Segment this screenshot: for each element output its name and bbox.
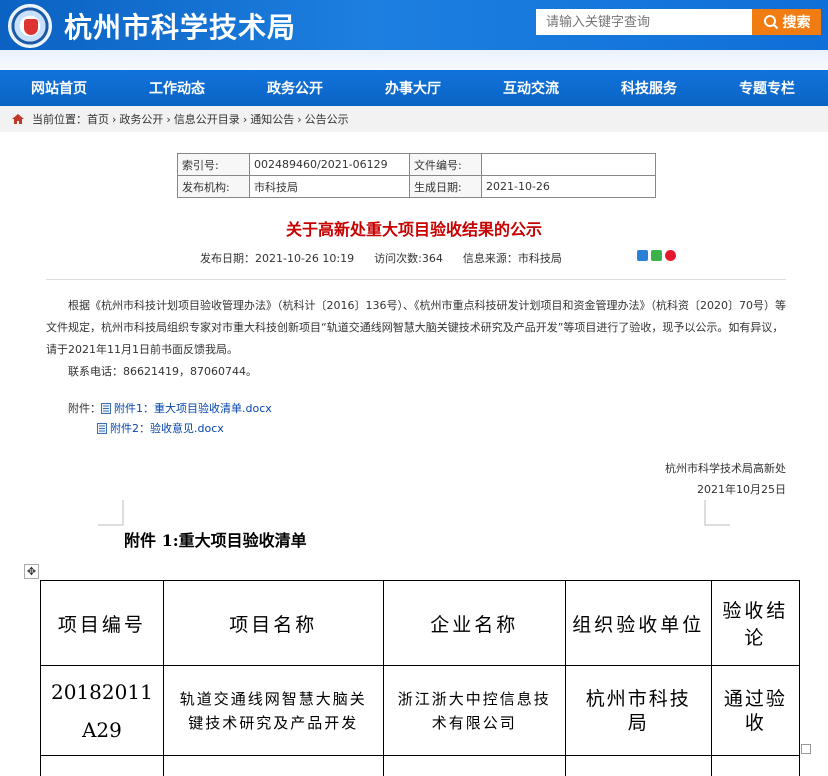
annex-cell-result: 通过验收 (710, 665, 801, 756)
table-move-icon[interactable]: ✥ (24, 564, 39, 579)
breadcrumb-separator: › (166, 112, 171, 126)
doc-icon (97, 422, 107, 434)
publish-date: 发布日期：2021-10-26 10:19 (200, 252, 355, 265)
breadcrumb-separator: › (242, 112, 248, 126)
table-cell (710, 755, 801, 776)
attachment-row-2: 附件2：验收意见.docx (97, 420, 224, 436)
sign-date: 2021年10月25日 (697, 483, 786, 496)
annex-cell-name: 轨道交通线网智慧大脑关键技术研究及产品开发 (162, 665, 384, 756)
header-band (0, 50, 828, 70)
breadcrumb-prefix: 当前位置： (32, 113, 87, 126)
annex-header-company: 企业名称 (382, 580, 566, 666)
search-button[interactable]: 搜索 (752, 9, 821, 35)
contact-phone: 联系电话：86621419，87060744。 (68, 365, 257, 378)
table-row (40, 755, 801, 776)
meta-file-no-label: 文件编号: (409, 153, 482, 176)
nav-topics[interactable]: 专题专栏 (708, 70, 826, 106)
search-button-label: 搜索 (782, 15, 811, 31)
meta-index-label: 索引号: (177, 153, 250, 176)
breadcrumb-announcements[interactable]: 公告公示 (305, 111, 349, 127)
meta-file-no-value (481, 153, 656, 176)
sign-org: 杭州市科学技术局高新处 (665, 462, 786, 475)
qzone-share-icon[interactable] (637, 250, 648, 261)
table-cell (40, 755, 164, 776)
article-paragraph: 根据《杭州市科技计划项目验收管理办法》（杭科计〔2016〕136号）、《杭州市重… (46, 299, 786, 356)
article-title: 关于高新处重大项目验收结果的公示 (285, 220, 542, 239)
breadcrumb-info-catalog[interactable]: 信息公开目录 (174, 111, 240, 127)
site-header: 杭州市科学技术局 搜索 (0, 0, 828, 50)
main-nav: 网站首页 工作动态 政务公开 办事大厅 互动交流 科技服务 专题专栏 (0, 70, 828, 106)
breadcrumb: 当前位置： 首页 › 政务公开 › 信息公开目录 › 通知公告 › 公告公示 (0, 106, 828, 132)
meta-org-label: 发布机构: (177, 175, 250, 198)
visit-count: 访问次数:364 (374, 252, 443, 265)
meta-org-value: 市科技局 (249, 175, 410, 198)
table-cell (162, 755, 384, 776)
search-icon (763, 15, 778, 30)
annex-header-result: 验收结论 (710, 580, 801, 666)
article-body: 根据《杭州市科技计划项目验收管理办法》（杭科计〔2016〕136号）、《杭州市重… (46, 295, 786, 383)
annex-title: 附件 1:重大项目验收清单 (124, 531, 307, 550)
breadcrumb-gov-info[interactable]: 政务公开 (119, 111, 163, 127)
annex-code-line2: A29 (81, 717, 122, 742)
attachment-link-1[interactable]: 附件1：重大项目验收清单.docx (114, 400, 272, 416)
attachment-row-1: 附件： 附件1：重大项目验收清单.docx (68, 400, 272, 416)
attachment-link-2[interactable]: 附件2：验收意见.docx (110, 420, 224, 436)
table-cell (564, 755, 712, 776)
info-source: 信息来源：市科技局 (462, 252, 562, 265)
meta-index-value: 002489460/2021-06129 (249, 153, 410, 176)
search-input[interactable] (536, 9, 752, 35)
page-corner-mark (704, 500, 730, 526)
meta-date-label: 生成日期: (409, 175, 482, 198)
attachment-label: 附件： (68, 402, 101, 415)
annex-cell-code: 20182011 A29 (40, 665, 164, 756)
annex-header-code: 项目编号 (40, 580, 164, 666)
annex-code-line1: 20182011 (51, 679, 153, 704)
article-info: 发布日期：2021-10-26 10:19 访问次数:364 信息来源：市科技局 (200, 250, 562, 266)
annex-cell-unit: 杭州市科技局 (564, 665, 712, 756)
breadcrumb-home[interactable]: 首页 (87, 111, 109, 127)
share-bar (637, 250, 676, 261)
nav-gov-info[interactable]: 政务公开 (236, 70, 354, 106)
divider (46, 279, 786, 280)
nav-tech-service[interactable]: 科技服务 (590, 70, 708, 106)
breadcrumb-notices[interactable]: 通知公告 (250, 111, 294, 127)
nav-interaction[interactable]: 互动交流 (472, 70, 590, 106)
annex-table: 项目编号 项目名称 企业名称 组织验收单位 验收结论 20182011 A29 … (40, 580, 801, 776)
table-resize-handle[interactable] (801, 744, 811, 754)
meta-table: 索引号: 002489460/2021-06129 文件编号: 发布机构: 市科… (177, 153, 656, 198)
meta-date-value: 2021-10-26 (481, 175, 656, 198)
doc-icon (101, 402, 111, 414)
annex-cell-company: 浙江浙大中控信息技术有限公司 (382, 665, 566, 756)
site-title[interactable]: 杭州市科学技术局 (64, 6, 296, 46)
nav-work-news[interactable]: 工作动态 (118, 70, 236, 106)
nav-service-hall[interactable]: 办事大厅 (354, 70, 472, 106)
home-icon (12, 114, 24, 124)
page-corner-mark (98, 500, 124, 526)
table-cell (382, 755, 566, 776)
wechat-share-icon[interactable] (651, 250, 662, 261)
annex-header-name: 项目名称 (162, 580, 384, 666)
annex-header-unit: 组织验收单位 (564, 580, 712, 666)
breadcrumb-separator: › (112, 112, 117, 126)
site-logo-icon[interactable] (8, 4, 52, 48)
nav-home[interactable]: 网站首页 (0, 70, 118, 106)
breadcrumb-separator: › (297, 112, 302, 126)
weibo-share-icon[interactable] (665, 250, 676, 261)
